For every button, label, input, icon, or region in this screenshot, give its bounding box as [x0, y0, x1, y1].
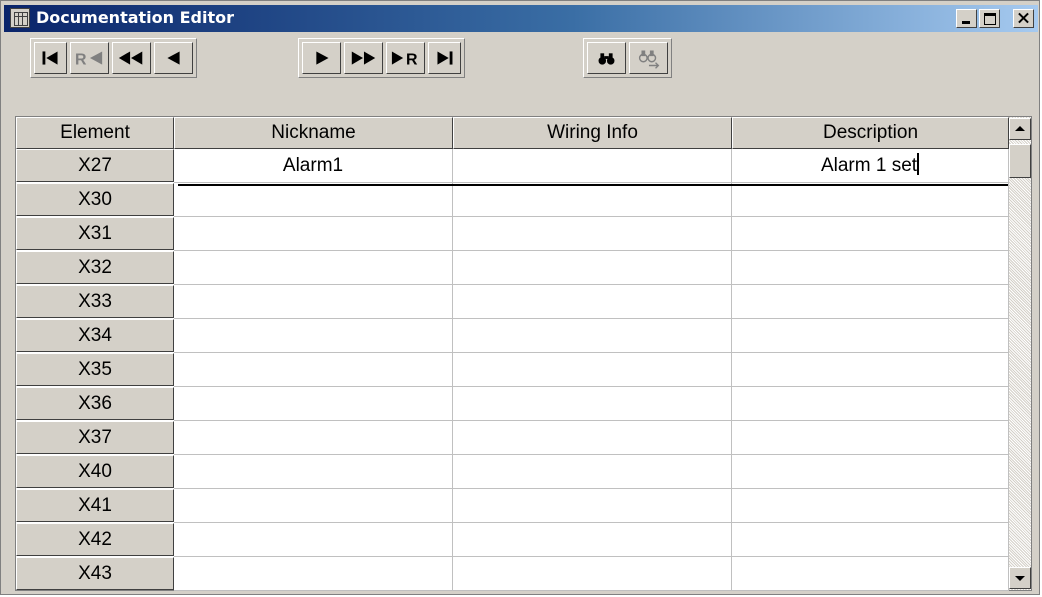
- row-header-element[interactable]: X36: [16, 387, 174, 420]
- description-cell[interactable]: [732, 217, 1009, 251]
- row-header-element[interactable]: X42: [16, 523, 174, 556]
- description-cell[interactable]: [732, 523, 1009, 557]
- nickname-cell[interactable]: [174, 489, 453, 523]
- documentation-editor-window: Documentation Editor R R Element Nicknam…: [0, 0, 1040, 595]
- nav-back-group: R: [30, 38, 197, 78]
- description-cell[interactable]: [732, 285, 1009, 319]
- description-cell-editing[interactable]: Alarm 1 set: [732, 149, 1009, 183]
- description-cell[interactable]: [732, 489, 1009, 523]
- documentation-grid: Element Nickname Wiring Info Description…: [15, 116, 1032, 591]
- scroll-up-button[interactable]: [1009, 118, 1031, 140]
- previous-referenced-button[interactable]: R: [70, 42, 109, 74]
- wiring-info-cell[interactable]: [453, 353, 732, 387]
- previous-page-button[interactable]: [112, 42, 151, 74]
- wiring-info-cell[interactable]: [453, 183, 732, 217]
- row-header-element[interactable]: X27: [16, 149, 174, 182]
- wiring-info-cell[interactable]: [453, 251, 732, 285]
- nickname-cell[interactable]: [174, 251, 453, 285]
- description-cell[interactable]: [732, 251, 1009, 285]
- wiring-info-cell[interactable]: [453, 455, 732, 489]
- binoculars-next-icon: [638, 50, 660, 69]
- description-cell[interactable]: [732, 557, 1009, 591]
- nickname-cell[interactable]: [174, 455, 453, 489]
- wiring-info-cell[interactable]: [453, 217, 732, 251]
- description-cell[interactable]: [732, 421, 1009, 455]
- close-button[interactable]: [1013, 9, 1034, 28]
- next-referenced-button[interactable]: R: [386, 42, 425, 74]
- description-cell[interactable]: [732, 455, 1009, 489]
- next-page-button[interactable]: [344, 42, 383, 74]
- row-header-element[interactable]: X34: [16, 319, 174, 352]
- row-header-element[interactable]: X40: [16, 455, 174, 488]
- wiring-info-cell[interactable]: [453, 489, 732, 523]
- nickname-cell[interactable]: [174, 523, 453, 557]
- svg-text:R: R: [406, 52, 418, 69]
- description-cell[interactable]: [732, 183, 1009, 217]
- row-header-element[interactable]: X43: [16, 557, 174, 590]
- title-bar[interactable]: Documentation Editor: [4, 5, 1038, 32]
- svg-text:R: R: [75, 52, 87, 69]
- nickname-cell[interactable]: [174, 217, 453, 251]
- nickname-cell[interactable]: [174, 421, 453, 455]
- row-header-element[interactable]: X32: [16, 251, 174, 284]
- wiring-info-cell[interactable]: [453, 557, 732, 591]
- description-cell[interactable]: [732, 319, 1009, 353]
- maximize-button[interactable]: [979, 9, 1000, 28]
- nickname-cell[interactable]: [174, 557, 453, 591]
- nickname-cell[interactable]: [174, 353, 453, 387]
- wiring-info-cell[interactable]: [453, 421, 732, 455]
- first-record-button[interactable]: [34, 42, 67, 74]
- find-button[interactable]: [587, 42, 626, 74]
- nav-forward-group: R: [298, 38, 465, 78]
- find-next-button[interactable]: [629, 42, 668, 74]
- nickname-cell[interactable]: [174, 183, 453, 217]
- wiring-info-cell[interactable]: [453, 319, 732, 353]
- wiring-info-cell[interactable]: [453, 285, 732, 319]
- window-title: Documentation Editor: [36, 8, 234, 27]
- column-header-element[interactable]: Element: [16, 117, 174, 149]
- row-header-element[interactable]: X35: [16, 353, 174, 386]
- row-header-element[interactable]: X41: [16, 489, 174, 522]
- text-caret: [917, 153, 920, 175]
- app-icon: [10, 8, 30, 28]
- row-header-element[interactable]: X30: [16, 183, 174, 216]
- binoculars-icon: [598, 53, 615, 65]
- column-header-description[interactable]: Description: [732, 117, 1009, 149]
- description-cell[interactable]: [732, 353, 1009, 387]
- scroll-thumb[interactable]: [1009, 144, 1031, 178]
- wiring-info-cell[interactable]: [453, 387, 732, 421]
- row-header-element[interactable]: X31: [16, 217, 174, 250]
- nickname-cell[interactable]: [174, 285, 453, 319]
- description-cell[interactable]: [732, 387, 1009, 421]
- next-record-button[interactable]: [302, 42, 341, 74]
- nickname-cell[interactable]: [174, 319, 453, 353]
- wiring-info-cell[interactable]: [453, 149, 732, 183]
- minimize-button[interactable]: [956, 9, 977, 28]
- nickname-cell[interactable]: [174, 387, 453, 421]
- search-group: [583, 38, 672, 78]
- row-header-element[interactable]: X37: [16, 421, 174, 454]
- wiring-info-cell[interactable]: [453, 523, 732, 557]
- vertical-scrollbar[interactable]: [1009, 117, 1031, 590]
- column-header-wiring-info[interactable]: Wiring Info: [453, 117, 732, 149]
- row-header-element[interactable]: X33: [16, 285, 174, 318]
- scroll-down-button[interactable]: [1009, 567, 1031, 589]
- active-row-underline: [178, 184, 1008, 186]
- nickname-cell[interactable]: Alarm1: [174, 149, 453, 183]
- last-record-button[interactable]: [428, 42, 461, 74]
- column-header-nickname[interactable]: Nickname: [174, 117, 453, 149]
- previous-record-button[interactable]: [154, 42, 193, 74]
